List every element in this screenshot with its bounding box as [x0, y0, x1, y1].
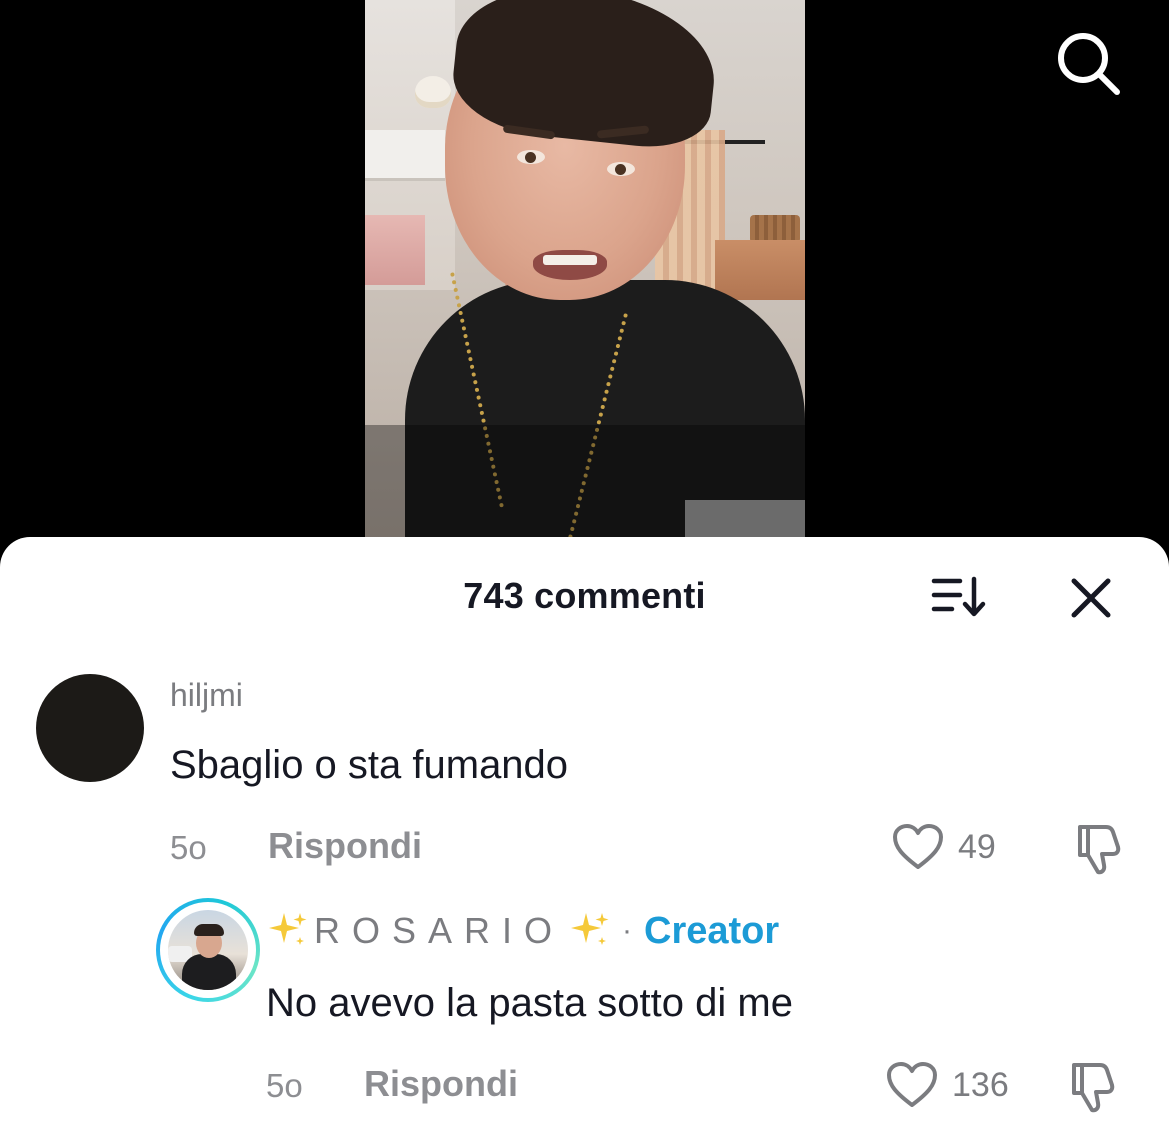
reply-button[interactable]: Rispondi [364, 1063, 518, 1105]
comments-header: 743 commenti [0, 537, 1169, 657]
comment-username[interactable]: hiljmi [170, 677, 243, 714]
sparkles-icon [568, 909, 612, 953]
heart-icon [887, 1062, 937, 1107]
comment-text: Sbaglio o sta fumando [170, 743, 569, 787]
reply-username: ROSARIO [314, 910, 565, 951]
comments-count-title: 743 commenti [463, 575, 706, 616]
creator-name-line[interactable]: ROSARIO · Creator [266, 909, 779, 953]
creator-badge: Creator [644, 909, 780, 952]
search-icon [1058, 33, 1120, 95]
video-basket [750, 215, 800, 241]
video-teeth [543, 255, 597, 265]
screen: 743 commenti hiljmi Sbaglio o sta fumand… [0, 0, 1169, 1136]
thumbs-down-icon [1072, 1063, 1115, 1113]
like-button[interactable]: 49 [892, 823, 996, 871]
comment-time: 5o [170, 829, 207, 866]
video-eye-left [517, 150, 545, 164]
reply-time: 5o [266, 1067, 303, 1104]
thumbs-down-icon [1078, 825, 1121, 875]
sort-button[interactable] [930, 575, 990, 619]
sort-icon [931, 576, 986, 617]
avatar[interactable] [36, 674, 144, 782]
heart-icon [893, 824, 943, 869]
name-separator: · [622, 914, 633, 947]
avatar-photo [168, 910, 248, 990]
reply-button[interactable]: Rispondi [268, 825, 422, 867]
avatar-inner [160, 902, 256, 998]
video-air-conditioner [365, 130, 445, 181]
comments-sheet: 743 commenti hiljmi Sbaglio o sta fumand… [0, 537, 1169, 1136]
video-pink-panel [365, 215, 425, 285]
sparkles-icon [266, 909, 310, 953]
video-eye-right [607, 162, 635, 176]
creator-avatar[interactable] [156, 898, 260, 1002]
search-button[interactable] [1053, 28, 1123, 98]
close-button[interactable] [1066, 573, 1116, 623]
reply-text: No avevo la pasta sotto di me [266, 981, 793, 1025]
dislike-button[interactable] [1070, 821, 1126, 877]
video-shelf [715, 240, 805, 300]
like-count: 136 [952, 1065, 1009, 1104]
close-icon [1071, 578, 1111, 618]
dislike-button[interactable] [1064, 1059, 1120, 1115]
like-count: 49 [958, 827, 996, 866]
video-player[interactable] [365, 0, 805, 545]
like-button[interactable]: 136 [886, 1061, 1009, 1109]
